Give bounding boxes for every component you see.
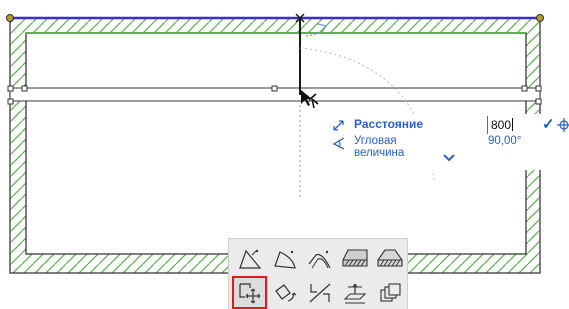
fillet-icon xyxy=(308,250,331,268)
drag-button[interactable] xyxy=(232,276,267,309)
horizontal-band[interactable] xyxy=(7,85,542,105)
fillet-button[interactable] xyxy=(302,242,337,275)
angle-label: Угловая величина xyxy=(354,135,405,159)
distance-input[interactable]: 800 xyxy=(487,116,539,134)
elevate-icon xyxy=(343,283,366,304)
offset-icon xyxy=(238,249,261,269)
curved-edge-button[interactable] xyxy=(267,242,302,275)
slab-edge-button[interactable] xyxy=(337,242,372,275)
crosshair-move-icon[interactable] xyxy=(557,117,569,133)
slab-thickness-button[interactable] xyxy=(372,242,407,275)
chevron-down-icon[interactable] xyxy=(443,154,455,162)
distance-icon xyxy=(333,120,344,131)
slab-edge-icon xyxy=(341,248,368,267)
confirm-button[interactable]: ✓ xyxy=(542,116,556,134)
slab-thickness-icon xyxy=(376,248,403,267)
pet-palette-row-2 xyxy=(232,276,407,309)
mirror-button[interactable] xyxy=(302,276,337,309)
mirror-icon xyxy=(309,283,330,302)
rotate-icon xyxy=(274,283,296,302)
curved-edge-icon xyxy=(273,250,296,269)
pet-palette-row-1 xyxy=(232,242,407,275)
drag-icon xyxy=(238,282,260,303)
offset-button[interactable] xyxy=(232,242,267,275)
text-caret xyxy=(512,118,514,131)
rotate-button[interactable] xyxy=(267,276,302,309)
multiply-button[interactable] xyxy=(372,276,407,309)
tracker-panel: Расстояние 800 ✓ Угловая величина 90,00° xyxy=(330,114,569,170)
pet-palette xyxy=(228,238,408,309)
elevate-button[interactable] xyxy=(337,276,372,309)
distance-label: Расстояние xyxy=(354,117,424,131)
angle-value: 90,00° xyxy=(488,135,522,147)
angle-icon xyxy=(332,137,345,150)
distance-value: 800 xyxy=(491,118,512,132)
multiply-icon xyxy=(379,282,401,302)
drag-vector xyxy=(295,13,435,200)
